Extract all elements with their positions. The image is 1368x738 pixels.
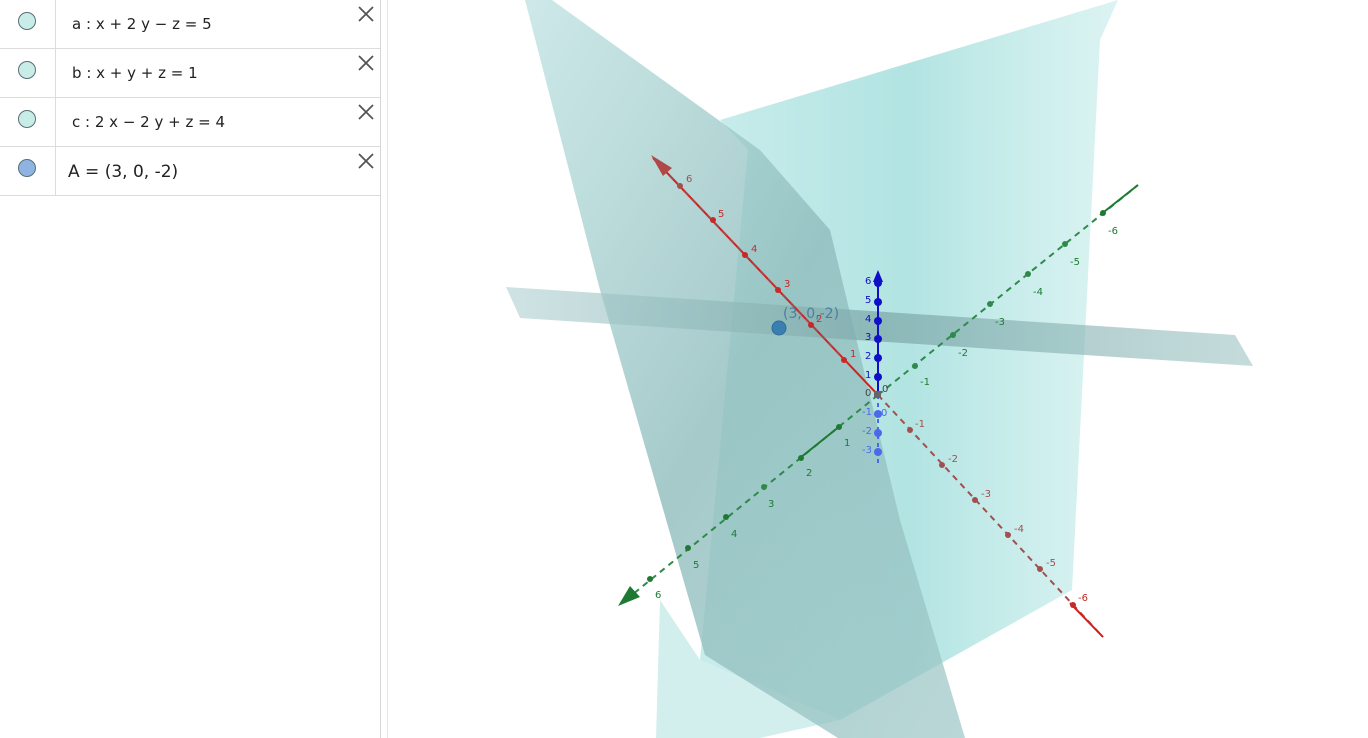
y-tick-label: 1	[844, 438, 850, 449]
object-name: A	[68, 162, 80, 182]
z-tick-label: 5	[865, 295, 871, 306]
y-tick-label: 6	[655, 590, 661, 601]
close-icon[interactable]	[356, 53, 376, 73]
visibility-toggle-c[interactable]	[18, 110, 36, 128]
x-tick-label: 6	[686, 174, 692, 185]
algebra-expression[interactable]: b : x + y + z = 1	[72, 49, 198, 97]
point-A-label: (3, 0,-2)	[783, 306, 839, 322]
algebra-item-b[interactable]: b : x + y + z = 1	[0, 49, 380, 98]
z-tick-label: -1	[862, 407, 872, 418]
x-tick-label: -1	[915, 419, 925, 430]
marble-cell	[0, 0, 56, 48]
z-tick-label: -3	[862, 445, 872, 456]
separator: :	[85, 15, 92, 33]
y-tick-label: 5	[693, 560, 699, 571]
z-tick-label: 4	[865, 314, 871, 325]
y-tick-label: 2	[806, 468, 812, 479]
separator: =	[85, 162, 100, 182]
origin-marker	[874, 391, 881, 398]
object-name: b	[72, 64, 82, 82]
graphics-3d-view[interactable]: 6 5 4 3 2 1 -1 -2 -3 -4 -5 -6 1 2 3 4 5 …	[388, 0, 1368, 738]
x-tick-label: 3	[784, 279, 790, 290]
y-tick-label: -5	[1070, 257, 1080, 268]
algebra-item-A[interactable]: A = (3, 0, -2)	[0, 147, 380, 196]
point-coordinates: (3, 0, -2)	[104, 162, 179, 182]
close-icon[interactable]	[356, 151, 376, 171]
x-tick-label: -5	[1046, 558, 1056, 569]
y-tick-label: -3	[995, 317, 1005, 328]
z-tick-label: 6	[865, 276, 871, 287]
algebra-expression[interactable]: c : 2 x − 2 y + z = 4	[72, 98, 225, 146]
algebra-expression[interactable]: a : x + 2 y − z = 5	[72, 0, 212, 48]
point-A[interactable]	[771, 320, 787, 336]
separator: :	[86, 64, 92, 82]
y-tick-label: -6	[1108, 226, 1118, 237]
x-tick-label: -6	[1078, 593, 1088, 604]
x-tick-label: -2	[948, 454, 958, 465]
object-name: a	[72, 15, 82, 33]
x-tick-label: 1	[850, 349, 856, 360]
algebra-item-a[interactable]: a : x + 2 y − z = 5	[0, 0, 380, 49]
algebra-view: a : x + 2 y − z = 5 b : x + y + z = 1 c …	[0, 0, 380, 738]
y-axis-negative-end	[1099, 184, 1139, 216]
y-tick-label: -4	[1033, 287, 1043, 298]
x-tick-label: -4	[1014, 524, 1024, 535]
close-icon[interactable]	[356, 4, 376, 24]
y-axis-arrow	[618, 586, 640, 606]
object-name: c	[72, 113, 81, 131]
z-tick-label: 0	[865, 388, 871, 399]
x-axis-negative-end	[1069, 602, 1104, 638]
close-icon[interactable]	[356, 102, 376, 122]
z-tick-label: 3	[865, 332, 871, 343]
marble-cell	[0, 49, 56, 97]
y-tick-label: -2	[958, 348, 968, 359]
panel-resize-handle[interactable]	[380, 0, 388, 738]
origin-label: 0	[882, 384, 888, 395]
x-tick-label: -3	[981, 489, 991, 500]
plane-equation: x + y + z = 1	[96, 64, 198, 82]
plane-equation: 2 x − 2 y + z = 4	[94, 113, 225, 131]
marble-cell	[0, 98, 56, 146]
y-tick-label: 3	[768, 499, 774, 510]
visibility-toggle-A[interactable]	[18, 159, 36, 177]
z-tick-label: 2	[865, 351, 871, 362]
visibility-toggle-a[interactable]	[18, 12, 36, 30]
y-tick-label: 4	[731, 529, 737, 540]
algebra-item-c[interactable]: c : 2 x − 2 y + z = 4	[0, 98, 380, 147]
z-tick-label: -2	[862, 426, 872, 437]
x-tick-label: 4	[751, 244, 757, 255]
z-tick-label: 1	[865, 370, 871, 381]
x-tick-label: 5	[718, 209, 724, 220]
visibility-toggle-b[interactable]	[18, 61, 36, 79]
y-tick-label: -1	[920, 377, 930, 388]
plane-equation: x + 2 y − z = 5	[95, 15, 212, 33]
origin-label: 0	[881, 408, 887, 419]
marble-cell	[0, 147, 56, 195]
separator: :	[85, 113, 91, 131]
algebra-expression[interactable]: A = (3, 0, -2)	[68, 147, 178, 197]
